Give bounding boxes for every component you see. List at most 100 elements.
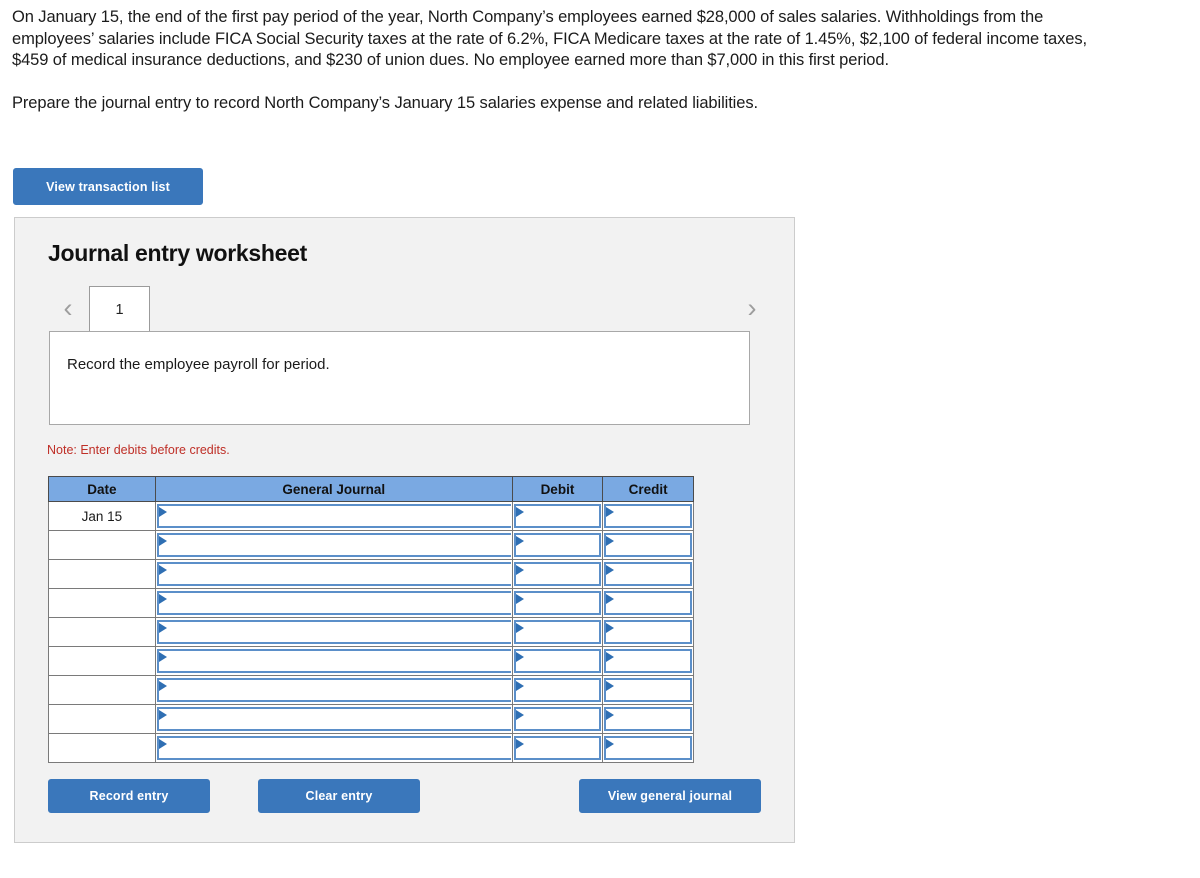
journal-entry-account-input[interactable] bbox=[156, 736, 511, 760]
journal-entry-account-input[interactable] bbox=[156, 591, 511, 615]
dropdown-caret-icon bbox=[158, 739, 167, 749]
journal-debit-input-cell[interactable] bbox=[511, 588, 604, 618]
journal-entry-account-input-cell[interactable] bbox=[154, 704, 513, 734]
journal-credit-input[interactable] bbox=[604, 678, 692, 702]
journal-debit-input[interactable] bbox=[513, 707, 602, 731]
journal-table-row bbox=[48, 675, 694, 705]
journal-entry-account-input[interactable] bbox=[156, 504, 511, 528]
journal-table-row bbox=[48, 588, 694, 618]
journal-debit-input-cell[interactable] bbox=[511, 675, 604, 705]
entry-description-text: Record the employee payroll for period. bbox=[67, 356, 330, 373]
view-transaction-list-button[interactable]: View transaction list bbox=[13, 168, 203, 205]
journal-date-cell[interactable] bbox=[48, 588, 156, 618]
journal-date-cell[interactable] bbox=[48, 733, 156, 763]
journal-entry-account-input[interactable] bbox=[156, 620, 511, 644]
journal-credit-input[interactable] bbox=[604, 649, 692, 673]
journal-credit-input-cell[interactable] bbox=[602, 617, 694, 647]
journal-credit-input-cell[interactable] bbox=[602, 588, 694, 618]
dropdown-caret-icon bbox=[515, 681, 524, 691]
journal-credit-input-cell[interactable] bbox=[602, 704, 694, 734]
journal-debit-input-cell[interactable] bbox=[511, 704, 604, 734]
dropdown-caret-icon bbox=[606, 507, 615, 517]
problem-paragraph-1: On January 15, the end of the first pay … bbox=[12, 8, 1087, 69]
dropdown-caret-icon bbox=[515, 565, 524, 575]
journal-debit-input[interactable] bbox=[513, 504, 602, 528]
journal-entry-account-input-cell[interactable] bbox=[154, 559, 513, 589]
journal-date-cell[interactable] bbox=[48, 617, 156, 647]
journal-credit-input[interactable] bbox=[604, 504, 692, 528]
journal-debit-input-cell[interactable] bbox=[511, 733, 604, 763]
journal-entry-worksheet-panel: Journal entry worksheet ‹ 1 › Record the… bbox=[14, 217, 795, 843]
journal-debit-input-cell[interactable] bbox=[511, 501, 604, 531]
general-journal-table: Date General Journal Debit Credit Jan 15 bbox=[48, 476, 694, 763]
journal-entry-account-input-cell[interactable] bbox=[154, 588, 513, 618]
journal-entry-account-input-cell[interactable] bbox=[154, 646, 513, 676]
journal-debit-input-cell[interactable] bbox=[511, 559, 604, 589]
journal-credit-input-cell[interactable] bbox=[602, 559, 694, 589]
dropdown-caret-icon bbox=[606, 710, 615, 720]
clear-entry-button[interactable]: Clear entry bbox=[258, 779, 420, 813]
journal-date-cell[interactable] bbox=[48, 559, 156, 589]
dropdown-caret-icon bbox=[606, 681, 615, 691]
journal-credit-input[interactable] bbox=[604, 707, 692, 731]
journal-entry-account-input[interactable] bbox=[156, 649, 511, 673]
dropdown-caret-icon bbox=[515, 623, 524, 633]
journal-debit-input[interactable] bbox=[513, 678, 602, 702]
journal-date-cell[interactable] bbox=[48, 675, 156, 705]
journal-entry-account-input-cell[interactable] bbox=[154, 675, 513, 705]
journal-entry-account-input-cell[interactable] bbox=[154, 617, 513, 647]
journal-table-row bbox=[48, 704, 694, 734]
journal-entry-account-input[interactable] bbox=[156, 533, 511, 557]
dropdown-caret-icon bbox=[158, 536, 167, 546]
journal-debit-input-cell[interactable] bbox=[511, 617, 604, 647]
journal-debit-input[interactable] bbox=[513, 649, 602, 673]
next-entry-chevron-icon[interactable]: › bbox=[737, 286, 767, 331]
journal-entry-account-input[interactable] bbox=[156, 678, 511, 702]
journal-credit-input[interactable] bbox=[604, 620, 692, 644]
dropdown-caret-icon bbox=[606, 739, 615, 749]
worksheet-title: Journal entry worksheet bbox=[48, 240, 307, 266]
dropdown-caret-icon bbox=[515, 710, 524, 720]
journal-debit-input[interactable] bbox=[513, 562, 602, 586]
dropdown-caret-icon bbox=[515, 507, 524, 517]
journal-entry-account-input-cell[interactable] bbox=[154, 501, 513, 531]
entry-description-box: Record the employee payroll for period. bbox=[49, 331, 750, 425]
dropdown-caret-icon bbox=[158, 507, 167, 517]
journal-table-row: Jan 15 bbox=[48, 501, 694, 531]
journal-debit-input[interactable] bbox=[513, 736, 602, 760]
journal-credit-input-cell[interactable] bbox=[602, 646, 694, 676]
column-header-general-journal: General Journal bbox=[154, 476, 513, 502]
view-general-journal-button[interactable]: View general journal bbox=[579, 779, 761, 813]
worksheet-tab-1[interactable]: 1 bbox=[89, 286, 150, 332]
journal-credit-input-cell[interactable] bbox=[602, 675, 694, 705]
journal-date-cell[interactable] bbox=[48, 530, 156, 560]
journal-debit-input[interactable] bbox=[513, 533, 602, 557]
record-entry-button[interactable]: Record entry bbox=[48, 779, 210, 813]
journal-date-cell[interactable] bbox=[48, 704, 156, 734]
journal-debit-input-cell[interactable] bbox=[511, 646, 604, 676]
journal-debit-input-cell[interactable] bbox=[511, 530, 604, 560]
journal-credit-input[interactable] bbox=[604, 533, 692, 557]
journal-credit-input-cell[interactable] bbox=[602, 501, 694, 531]
journal-entry-account-input-cell[interactable] bbox=[154, 530, 513, 560]
journal-credit-input-cell[interactable] bbox=[602, 530, 694, 560]
journal-credit-input-cell[interactable] bbox=[602, 733, 694, 763]
journal-debit-input[interactable] bbox=[513, 620, 602, 644]
journal-entry-account-input[interactable] bbox=[156, 707, 511, 731]
dropdown-caret-icon bbox=[606, 594, 615, 604]
previous-entry-chevron-icon[interactable]: ‹ bbox=[53, 286, 83, 331]
dropdown-caret-icon bbox=[515, 652, 524, 662]
dropdown-caret-icon bbox=[158, 565, 167, 575]
journal-entry-account-input[interactable] bbox=[156, 562, 511, 586]
journal-credit-input[interactable] bbox=[604, 562, 692, 586]
journal-credit-input[interactable] bbox=[604, 591, 692, 615]
journal-date-cell[interactable]: Jan 15 bbox=[48, 501, 156, 531]
dropdown-caret-icon bbox=[606, 623, 615, 633]
journal-date-cell[interactable] bbox=[48, 646, 156, 676]
dropdown-caret-icon bbox=[515, 739, 524, 749]
journal-entry-account-input-cell[interactable] bbox=[154, 733, 513, 763]
journal-credit-input[interactable] bbox=[604, 736, 692, 760]
journal-debit-input[interactable] bbox=[513, 591, 602, 615]
dropdown-caret-icon bbox=[158, 623, 167, 633]
journal-table-row bbox=[48, 530, 694, 560]
